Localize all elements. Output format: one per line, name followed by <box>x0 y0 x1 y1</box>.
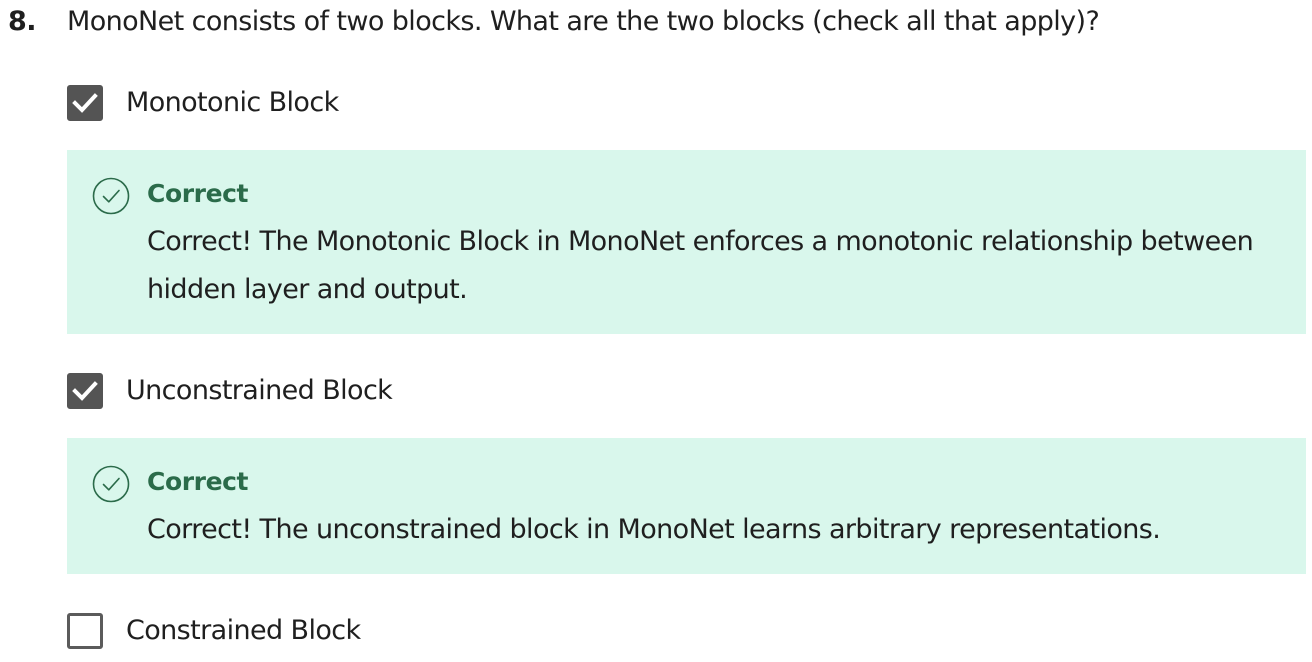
option-label: Monotonic Block <box>126 87 339 118</box>
option-constrained-block[interactable]: Constrained Block <box>67 612 361 650</box>
checkmark-icon <box>72 381 98 401</box>
feedback-title: Correct <box>147 467 249 496</box>
check-circle-icon <box>92 177 130 215</box>
option-label: Unconstrained Block <box>126 375 393 406</box>
feedback-text: Correct! The Monotonic Block in MonoNet … <box>147 226 1254 305</box>
feedback-text: Correct! The unconstrained block in Mono… <box>147 514 1161 545</box>
check-circle-icon <box>92 465 130 503</box>
checkmark-icon <box>72 93 98 113</box>
question-number: 8. <box>8 6 37 37</box>
feedback-correct: Correct Correct! The unconstrained block… <box>67 438 1306 574</box>
feedback-correct: Correct Correct! The Monotonic Block in … <box>67 150 1306 334</box>
option-monotonic-block[interactable]: Monotonic Block <box>67 84 339 122</box>
option-label: Constrained Block <box>126 615 361 646</box>
question-text: MonoNet consists of two blocks. What are… <box>67 6 1100 37</box>
checkbox-unchecked[interactable] <box>67 613 103 649</box>
checkbox-checked[interactable] <box>67 85 103 121</box>
checkbox-checked[interactable] <box>67 373 103 409</box>
feedback-title: Correct <box>147 179 249 208</box>
quiz-question: 8. MonoNet consists of two blocks. What … <box>0 0 1312 662</box>
option-unconstrained-block[interactable]: Unconstrained Block <box>67 372 393 410</box>
